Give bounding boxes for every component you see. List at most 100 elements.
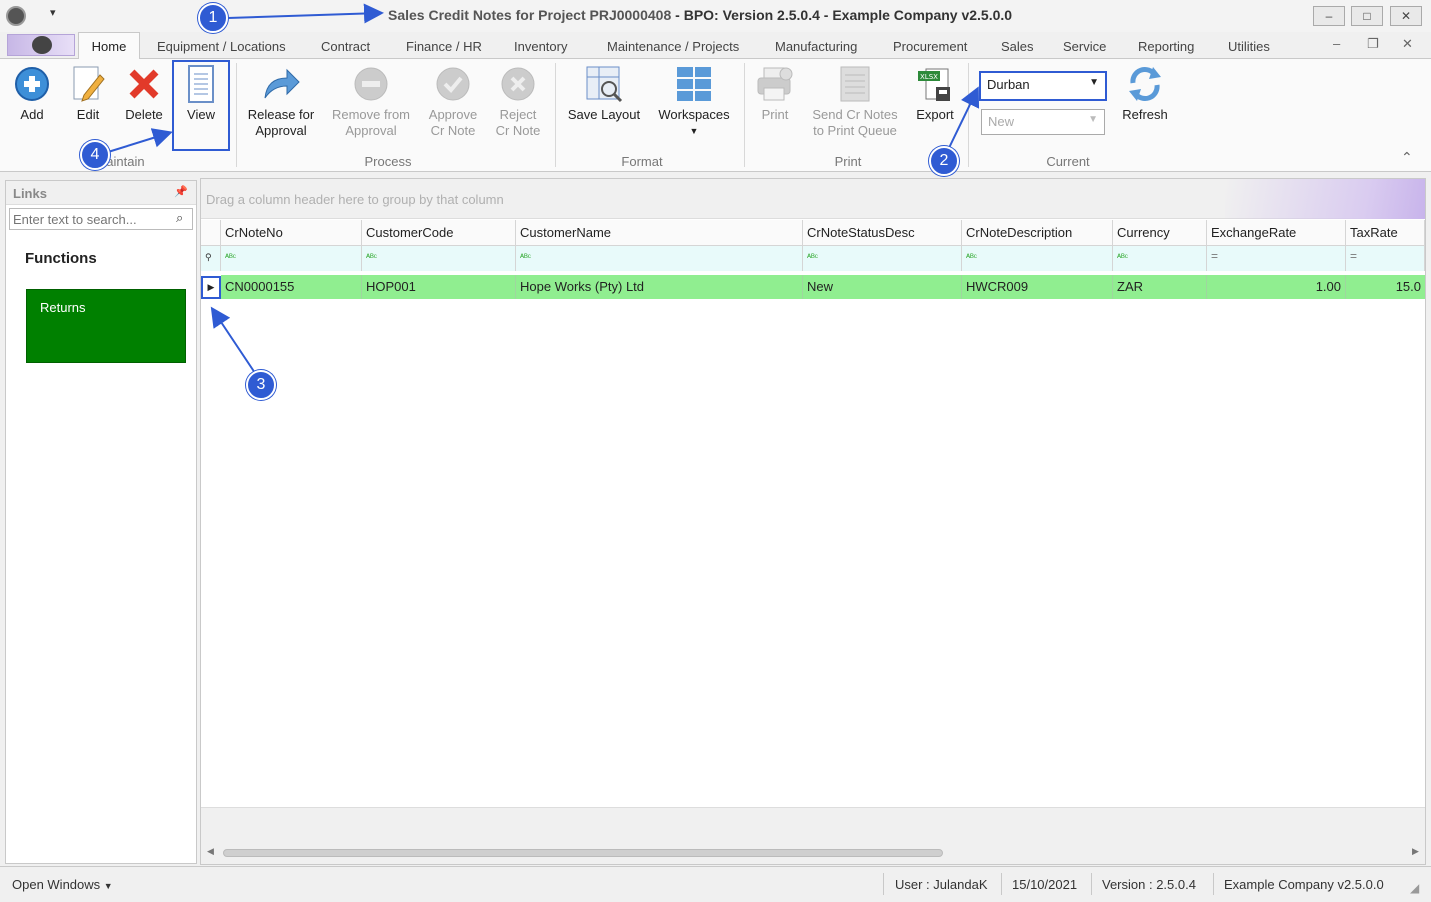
tab-home[interactable]: Home [78,32,140,60]
pin-icon[interactable]: 📌 [174,185,188,198]
ribbon: Add Edit Delete View Maintain Release fo… [0,59,1431,172]
filter-currency[interactable]: ᴬᴮᶜ [1113,245,1207,271]
row-indicator[interactable]: ▶ [201,276,221,299]
minimize-button[interactable]: – [1313,6,1345,26]
links-panel: Links 📌 ⌕ Functions Returns [5,180,197,864]
minus-circle-icon [351,65,391,103]
x-circle-icon [498,65,538,103]
returns-tile[interactable]: Returns [26,289,186,363]
tab-inventory[interactable]: Inventory [514,39,567,54]
scroll-right-icon[interactable]: ▶ [1412,846,1419,857]
tab-contract[interactable]: Contract [321,39,370,54]
tab-maintenance-projects[interactable]: Maintenance / Projects [607,39,739,54]
open-windows-menu[interactable]: Open Windows ▼ [12,877,113,892]
maximize-button[interactable]: □ [1351,6,1383,26]
view-button[interactable]: View [172,60,230,151]
horizontal-scrollbar[interactable]: ◀ ▶ [201,843,1425,864]
export-button[interactable]: XLSX Export [908,65,962,123]
mdi-restore-icon[interactable]: ❐ [1367,36,1379,52]
table-cell[interactable]: Hope Works (Pty) Ltd [516,275,803,299]
app-icon[interactable] [6,6,26,26]
site-select[interactable]: Durban ▼ [979,71,1107,101]
search-icon[interactable]: ⌕ [176,210,183,226]
print-queue-icon [835,65,875,103]
column-header-crnotestatusdesc[interactable]: CrNoteStatusDesc [803,220,962,245]
table-cell[interactable]: 1.00 [1207,275,1346,299]
filter-crnotedescription[interactable]: ᴬᴮᶜ [962,245,1113,271]
functions-heading: Functions [25,250,97,267]
tab-procurement[interactable]: Procurement [893,39,967,54]
workspaces-icon [674,65,714,103]
filter-customername[interactable]: ᴬᴮᶜ [516,245,803,271]
filter-exchangerate[interactable]: = [1207,245,1346,271]
approve-cr-note-button[interactable]: Approve Cr Note [422,65,484,139]
links-panel-header: Links 📌 [6,181,196,205]
print-button[interactable]: Print [752,65,798,123]
column-header-crnotedescription[interactable]: CrNoteDescription [962,220,1113,245]
export-xlsx-icon: XLSX [915,65,955,103]
ribbon-separator [968,63,969,167]
chevron-down-icon: ▼ [1088,114,1098,125]
save-layout-button[interactable]: Save Layout [560,65,648,123]
column-header-taxrate[interactable]: TaxRate [1346,220,1425,245]
table-cell[interactable]: CN0000155 [221,275,362,299]
callout-2: 2 [929,146,959,176]
scroll-left-icon[interactable]: ◀ [207,846,214,857]
save-layout-icon [584,65,624,103]
send-to-print-queue-button[interactable]: Send Cr Notes to Print Queue [806,65,904,139]
table-cell[interactable]: ZAR [1113,275,1207,299]
add-button[interactable]: Add [8,65,56,123]
filter-customercode[interactable]: ᴬᴮᶜ [362,245,516,271]
column-header-customername[interactable]: CustomerName [516,220,803,245]
mdi-minimize-icon[interactable]: – [1333,36,1340,51]
scrollbar-thumb[interactable] [223,849,943,857]
status-separator [883,873,884,895]
table-cell[interactable]: New [803,275,962,299]
release-for-approval-button[interactable]: Release for Approval [242,65,320,139]
column-header-currency[interactable]: Currency [1113,220,1207,245]
check-circle-icon [433,65,473,103]
reject-cr-note-button[interactable]: Reject Cr Note [488,65,548,139]
mdi-close-icon[interactable]: ✕ [1402,36,1413,52]
collapse-ribbon-icon[interactable]: ⌃ [1401,149,1413,166]
table-cell[interactable]: HWCR009 [962,275,1113,299]
column-header-customercode[interactable]: CustomerCode [362,220,516,245]
application-menu-button[interactable] [7,34,75,56]
chevron-down-icon: ▼ [689,126,699,136]
tab-finance-hr[interactable]: Finance / HR [406,39,482,54]
tab-reporting[interactable]: Reporting [1138,39,1194,54]
tab-sales[interactable]: Sales [1001,39,1034,54]
table-cell[interactable]: 15.0 [1346,275,1425,299]
ribbon-separator [236,63,237,167]
group-label-format: Format [621,154,663,169]
group-by-panel[interactable]: Drag a column header here to group by th… [201,179,1425,219]
workspaces-dropdown[interactable]: Workspaces ▼ [654,65,734,139]
tab-utilities[interactable]: Utilities [1228,39,1270,54]
edit-button[interactable]: Edit [64,65,112,123]
callout-4: 4 [80,140,110,170]
resize-grip-icon[interactable]: ◢ [1410,881,1419,895]
links-title: Links [13,186,47,201]
column-header-crnoteno[interactable]: CrNoteNo [221,220,362,245]
filter-taxrate[interactable]: = [1346,245,1425,271]
tab-equipment-locations[interactable]: Equipment / Locations [157,39,286,54]
refresh-button[interactable]: Refresh [1114,65,1176,123]
status-bar: Open Windows ▼ User : JulandaK 15/10/202… [0,866,1431,902]
quick-access-dropdown-icon[interactable]: ▾ [50,6,56,19]
table-cell[interactable]: HOP001 [362,275,516,299]
forward-arrow-icon [261,65,301,103]
edit-icon [68,65,108,103]
chevron-down-icon: ▼ [103,881,113,891]
tab-service[interactable]: Service [1063,39,1106,54]
filter-crnotestatusdesc[interactable]: ᴬᴮᶜ [803,245,962,271]
remove-from-approval-button[interactable]: Remove from Approval [326,65,416,139]
ribbon-separator [555,63,556,167]
delete-button[interactable]: Delete [118,65,170,123]
tab-manufacturing[interactable]: Manufacturing [775,39,857,54]
printer-icon [755,65,795,103]
status-select[interactable]: New ▼ [981,109,1105,135]
links-search-input[interactable] [9,208,193,230]
filter-crnoteno[interactable]: ᴬᴮᶜ [221,245,362,271]
column-header-exchangerate[interactable]: ExchangeRate [1207,220,1346,245]
close-button[interactable]: ✕ [1390,6,1422,26]
